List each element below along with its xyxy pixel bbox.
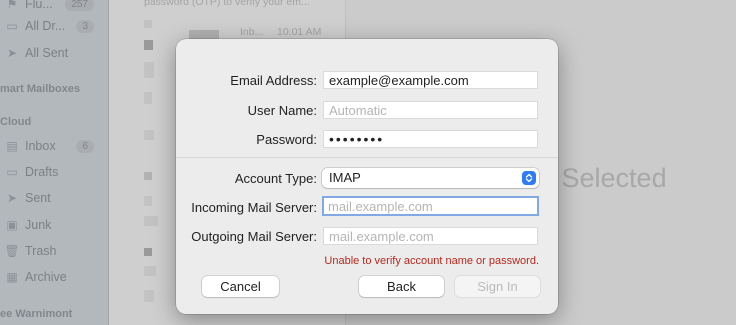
outgoing-mail-server-field[interactable] [323, 227, 538, 245]
flag-icon: ⚑ [6, 0, 18, 11]
sidebar-item-all-sent[interactable]: ➤ All Sent [0, 43, 108, 63]
email-address-field[interactable] [323, 71, 538, 89]
verification-error-message: Unable to verify account name or passwor… [324, 255, 539, 267]
sidebar-item-label: Archive [25, 270, 67, 284]
sidebar-item-archive[interactable]: ▦ Archive [0, 267, 108, 287]
message-snippet: password (OTP) to verify your em... [144, 0, 310, 8]
account-type-select[interactable]: IMAP [322, 168, 539, 188]
sidebar-item-inbox[interactable]: ▤ Inbox 6 [0, 136, 108, 156]
sidebar-item-all-drafts[interactable]: ▭ All Dr... 3 [0, 16, 108, 36]
outgoing-mail-server-label: Outgoing Mail Server: [191, 229, 317, 244]
cancel-button[interactable]: Cancel [202, 276, 279, 297]
trash-icon: 🗑 [4, 244, 20, 258]
sign-in-button[interactable]: Sign In [455, 276, 540, 297]
sidebar-item-trash[interactable]: 🗑 Trash [0, 241, 108, 261]
sidebar-item-label: Drafts [25, 165, 59, 179]
chevron-up-down-icon [522, 171, 536, 185]
redacted-block [144, 20, 152, 28]
incoming-mail-server-label: Incoming Mail Server: [191, 200, 317, 215]
sidebar-item-junk[interactable]: ▣ Junk [0, 215, 108, 235]
section-divider [176, 157, 558, 158]
email-address-label: Email Address: [230, 73, 317, 88]
sidebar-item-label: Junk [25, 218, 52, 232]
account-type-label: Account Type: [234, 171, 317, 186]
add-account-dialog: Email Address: User Name: Password: Acco… [176, 39, 558, 314]
sidebar-item-label: Sent [25, 191, 51, 205]
incoming-mail-server-field[interactable] [322, 196, 539, 216]
unread-count-badge: 257 [65, 0, 94, 11]
password-field[interactable] [323, 130, 538, 148]
back-button[interactable]: Back [359, 276, 444, 297]
redacted-block [144, 92, 152, 104]
smart-mailboxes-header: mart Mailboxes [0, 83, 81, 95]
redacted-block [144, 62, 154, 78]
account-type-value: IMAP [329, 170, 361, 185]
unread-count-badge: 3 [76, 19, 94, 33]
message-time: 10:01 AM [277, 26, 322, 38]
icloud-header: Cloud [0, 116, 32, 128]
redacted-block [144, 216, 158, 226]
tray-icon: ▤ [6, 139, 18, 153]
sidebar-item-flagged[interactable]: ⚑ Flu... 257 [0, 0, 108, 14]
redacted-block [144, 290, 154, 302]
message-mailbox-label: Inb... [240, 26, 264, 38]
archive-icon: ▦ [6, 270, 18, 284]
redacted-block [144, 130, 154, 140]
paperplane-icon: ➤ [6, 46, 18, 60]
junk-icon: ▣ [6, 218, 18, 232]
sidebar-item-label: Inbox [25, 139, 56, 153]
account-name-footer: ee Warnimont [0, 308, 73, 320]
user-name-label: User Name: [247, 103, 317, 118]
redacted-block [144, 172, 152, 180]
sidebar-item-label: All Sent [25, 46, 69, 60]
redacted-block [189, 30, 219, 39]
redacted-block [144, 40, 153, 50]
redacted-block [144, 266, 156, 276]
user-name-field[interactable] [323, 101, 538, 119]
doc-icon: ▭ [6, 19, 18, 33]
sidebar-item-sent[interactable]: ➤ Sent [0, 188, 108, 208]
redacted-block [144, 196, 152, 206]
sidebar-item-label: All Dr... [25, 19, 66, 33]
no-message-selected-text: e Selected [539, 163, 667, 193]
sidebar-item-label: Trash [25, 244, 57, 258]
sidebar-item-label: Flu... [25, 0, 53, 11]
paperplane-icon: ➤ [6, 191, 18, 205]
password-label: Password: [256, 132, 317, 147]
unread-count-badge: 6 [76, 139, 94, 153]
doc-icon: ▭ [6, 165, 18, 179]
mailbox-sidebar: ⚑ Flu... 257 ▭ All Dr... 3 ➤ All Sent ma… [0, 0, 109, 325]
sidebar-item-drafts[interactable]: ▭ Drafts [0, 162, 108, 182]
redacted-block [144, 248, 152, 256]
